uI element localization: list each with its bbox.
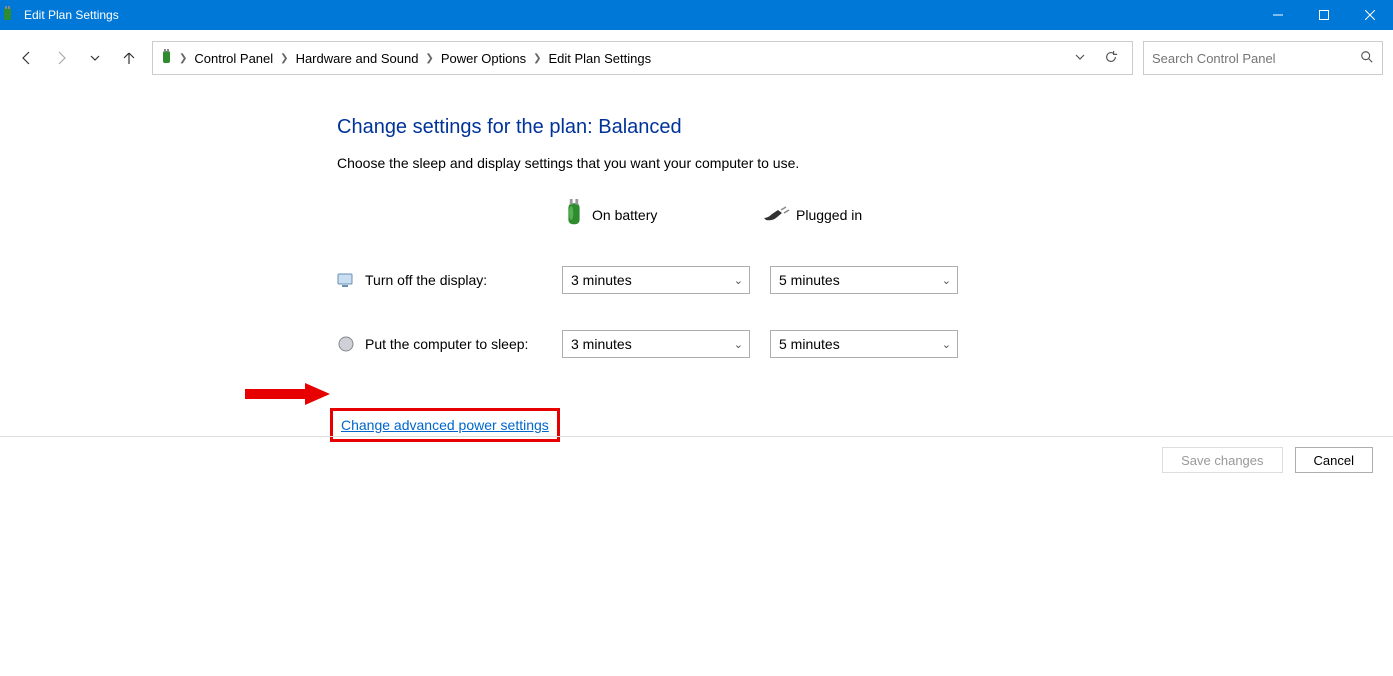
content-area: Change settings for the plan: Balanced C…: [0, 86, 1393, 442]
address-dropdown-icon[interactable]: [1066, 51, 1094, 66]
minimize-button[interactable]: [1255, 0, 1301, 30]
address-icon: [159, 49, 175, 68]
chevron-right-icon[interactable]: ❯: [278, 53, 290, 64]
display-label: Turn off the display:: [365, 272, 562, 288]
chevron-down-icon: ⌄: [734, 274, 743, 287]
chevron-right-icon[interactable]: ❯: [531, 53, 543, 64]
display-row: Turn off the display: 3 minutes⌄ 5 minut…: [337, 266, 1393, 294]
chevron-right-icon[interactable]: ❯: [177, 53, 189, 64]
display-battery-select[interactable]: 3 minutes⌄: [562, 266, 750, 294]
chevron-down-icon: ⌄: [942, 338, 951, 351]
display-plugged-select[interactable]: 5 minutes⌄: [770, 266, 958, 294]
search-icon[interactable]: [1360, 50, 1374, 67]
navbar: ❯ Control Panel ❯ Hardware and Sound ❯ P…: [0, 30, 1393, 86]
recent-dropdown[interactable]: [78, 41, 112, 75]
sleep-icon: [337, 335, 365, 353]
save-changes-button[interactable]: Save changes: [1162, 447, 1282, 473]
chevron-down-icon: ⌄: [942, 274, 951, 287]
search-box[interactable]: [1143, 41, 1383, 75]
refresh-icon[interactable]: [1096, 50, 1126, 67]
chevron-down-icon: ⌄: [734, 338, 743, 351]
breadcrumb-item[interactable]: Edit Plan Settings: [545, 51, 654, 66]
on-battery-header: On battery: [562, 199, 762, 230]
sleep-plugged-select[interactable]: 5 minutes⌄: [770, 330, 958, 358]
chevron-right-icon[interactable]: ❯: [423, 53, 435, 64]
on-battery-label: On battery: [592, 207, 657, 223]
plug-icon: [762, 204, 790, 225]
display-icon: [337, 271, 365, 289]
plugged-in-label: Plugged in: [796, 207, 862, 223]
close-button[interactable]: [1347, 0, 1393, 30]
sleep-label: Put the computer to sleep:: [365, 336, 562, 352]
titlebar: Edit Plan Settings: [0, 0, 1393, 30]
annotation-arrow: [245, 383, 330, 408]
app-icon: [0, 6, 16, 25]
breadcrumb-item[interactable]: Control Panel: [191, 51, 276, 66]
footer-bar: Save changes Cancel: [0, 436, 1393, 483]
page-heading: Change settings for the plan: Balanced: [337, 116, 1393, 139]
plugged-in-header: Plugged in: [762, 199, 962, 230]
back-button[interactable]: [10, 41, 44, 75]
search-input[interactable]: [1152, 51, 1360, 66]
forward-button[interactable]: [44, 41, 78, 75]
sleep-row: Put the computer to sleep: 3 minutes⌄ 5 …: [337, 330, 1393, 358]
up-button[interactable]: [112, 41, 146, 75]
cancel-button[interactable]: Cancel: [1295, 447, 1373, 473]
window-title: Edit Plan Settings: [24, 8, 119, 22]
breadcrumb-item[interactable]: Hardware and Sound: [293, 51, 422, 66]
column-headers: On battery Plugged in: [337, 199, 1393, 230]
advanced-power-settings-link[interactable]: Change advanced power settings: [341, 417, 549, 433]
sleep-battery-select[interactable]: 3 minutes⌄: [562, 330, 750, 358]
maximize-button[interactable]: [1301, 0, 1347, 30]
breadcrumb-item[interactable]: Power Options: [438, 51, 529, 66]
page-subtext: Choose the sleep and display settings th…: [337, 155, 1393, 171]
address-bar[interactable]: ❯ Control Panel ❯ Hardware and Sound ❯ P…: [152, 41, 1133, 75]
battery-icon: [562, 199, 586, 230]
